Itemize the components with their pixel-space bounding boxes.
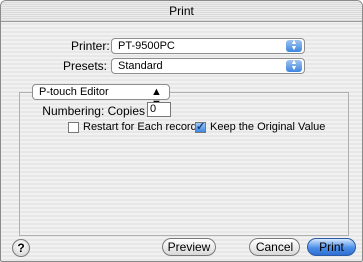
print-dialog: Print Printer: PT-9500PC ▲ ▼ Presets: Sta… [0, 0, 363, 262]
checkmark-icon: ✓ [196, 121, 206, 133]
printer-value: PT-9500PC [118, 40, 175, 52]
presets-popup[interactable]: Standard ▲ ▼ [111, 58, 305, 74]
printer-label: Printer: [71, 39, 110, 53]
numbering-label: Numbering: Copies [42, 104, 145, 118]
up-down-arrows-icon: ▲▼ [286, 39, 302, 52]
up-down-arrows-icon: ▲▼ [286, 59, 302, 72]
copies-input[interactable]: 0 [147, 102, 171, 117]
keep-original-checkbox[interactable]: ✓ [195, 122, 206, 133]
question-icon: ? [17, 241, 25, 255]
help-button[interactable]: ? [12, 239, 30, 257]
up-down-arrows-icon: ▲▼ [151, 86, 162, 110]
print-button[interactable]: Print [307, 238, 356, 256]
restart-label: Restart for Each record [83, 121, 197, 133]
title-bar[interactable]: Print [1, 1, 362, 22]
keep-original-label: Keep the Original Value [210, 121, 326, 133]
panel-selector-value: P-touch Editor [39, 86, 109, 98]
presets-value: Standard [118, 60, 163, 72]
printer-popup[interactable]: PT-9500PC ▲ ▼ [111, 38, 305, 54]
cancel-button[interactable]: Cancel [249, 238, 300, 256]
window-title: Print [169, 4, 194, 18]
restart-checkbox[interactable] [68, 122, 79, 133]
presets-label: Presets: [62, 59, 107, 73]
panel-selector-popup[interactable]: P-touch Editor ▲▼ [32, 84, 170, 110]
preview-button[interactable]: Preview [162, 238, 216, 256]
